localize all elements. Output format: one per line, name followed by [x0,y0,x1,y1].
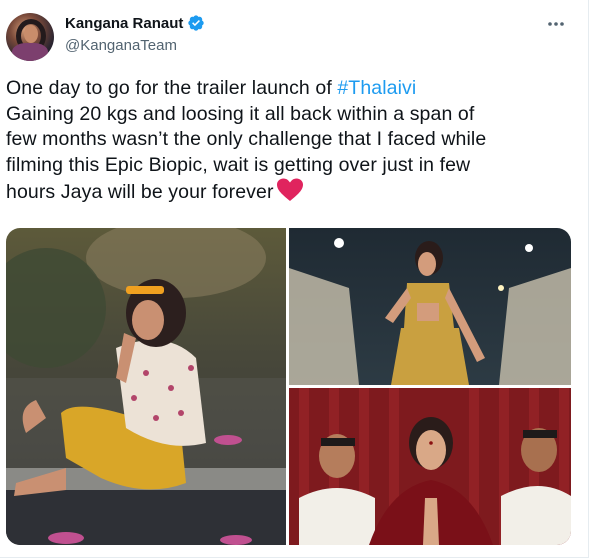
hashtag-link[interactable]: #Thalaivi [337,77,416,99]
photo-yellow-shorts[interactable] [6,228,286,545]
author-handle[interactable]: @KanganaTeam [65,37,177,54]
tweet-line-5-text: hours Jaya will be your forever [6,181,274,203]
author-display-name[interactable]: Kangana Ranaut [65,15,183,32]
red-heart-icon [276,178,304,202]
avatar-face [24,25,38,43]
author-name-row[interactable]: Kangana Ranaut [65,14,205,32]
tweet-line-1: One day to go for the trailer launch of … [6,76,581,102]
tweet-text: One day to go for the trailer launch of … [6,76,581,206]
media-grid [6,228,571,545]
verified-badge-icon [187,14,205,32]
tweet-line-4: filming this Epic Biopic, wait is gettin… [6,153,471,176]
tweet-line-2: Gaining 20 kgs and loosing it all back w… [6,102,475,125]
tweet-line-3: few months wasn’t the only challenge tha… [6,128,487,150]
avatar-garment [12,43,48,61]
profile-avatar[interactable] [6,13,54,61]
tweet-line-1-text: One day to go for the trailer launch of [6,77,338,99]
tweet-card[interactable]: Kangana Ranaut @KanganaTeam One day to g… [0,0,589,558]
photo-namaste-red-sari[interactable] [289,388,571,545]
photo-dance-costume[interactable] [289,228,571,385]
tweet-line-5: hours Jaya will be your forever [6,178,581,206]
more-horizontal-icon[interactable] [546,14,566,34]
